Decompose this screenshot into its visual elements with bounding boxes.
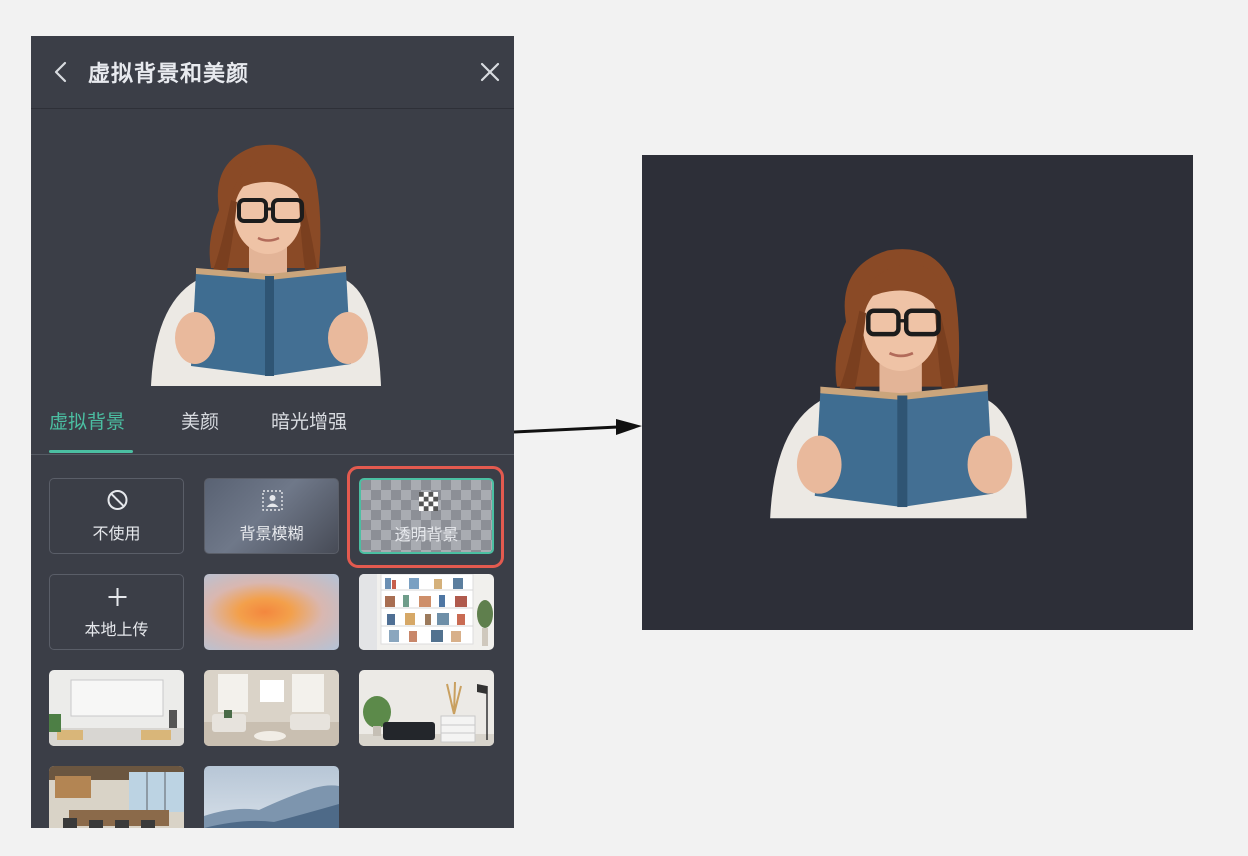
option-background-blur-label: 背景模糊 bbox=[239, 524, 304, 543]
tab-virtual-background[interactable]: 虚拟背景 bbox=[49, 407, 125, 434]
option-background-blur[interactable]: 背景模糊 bbox=[204, 478, 339, 554]
background-thumb-mountains[interactable] bbox=[204, 766, 339, 828]
close-icon[interactable] bbox=[479, 61, 501, 83]
option-none[interactable]: 不使用 bbox=[49, 478, 184, 554]
plus-icon bbox=[108, 588, 127, 606]
background-thumb-living-room[interactable] bbox=[204, 670, 339, 746]
person-blur-icon bbox=[262, 490, 283, 511]
background-thumb-lounge[interactable] bbox=[359, 670, 494, 746]
background-thumb-bookshelf[interactable] bbox=[359, 574, 494, 650]
option-local-upload-label: 本地上传 bbox=[84, 620, 149, 639]
panel-header: 虚拟背景和美颜 bbox=[31, 36, 514, 109]
option-none-label: 不使用 bbox=[92, 524, 141, 543]
virtual-background-panel: 虚拟背景和美颜 虚拟背景 美颜 暗光增强 不使用 背景模糊 透明背景 本地上传 bbox=[31, 36, 514, 828]
arrow-icon bbox=[513, 419, 642, 435]
background-thumb-meeting-room[interactable] bbox=[49, 766, 184, 828]
tab-low-light-enhance[interactable]: 暗光增强 bbox=[271, 407, 347, 434]
tab-bar: 虚拟背景 美颜 暗光增强 bbox=[31, 401, 514, 455]
active-tab-indicator bbox=[49, 450, 133, 453]
background-thumb-classroom[interactable] bbox=[49, 670, 184, 746]
tab-beauty[interactable]: 美颜 bbox=[181, 407, 219, 434]
option-local-upload[interactable]: 本地上传 bbox=[49, 574, 184, 650]
background-thumb-gradient[interactable] bbox=[204, 574, 339, 650]
camera-preview bbox=[151, 144, 381, 386]
transparent-background-result bbox=[642, 155, 1193, 630]
prohibit-icon bbox=[107, 490, 128, 510]
result-person-image bbox=[770, 249, 1027, 519]
panel-title: 虚拟背景和美颜 bbox=[88, 62, 250, 87]
selection-highlight-frame bbox=[347, 466, 504, 568]
chevron-left-icon[interactable] bbox=[53, 60, 69, 84]
